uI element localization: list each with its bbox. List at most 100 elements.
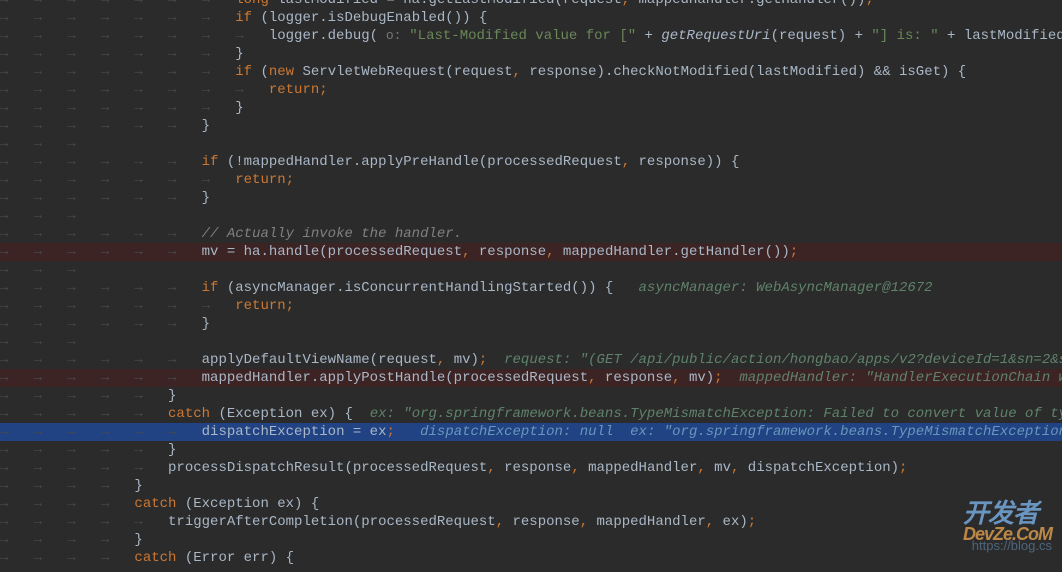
- code-token: ,: [580, 513, 588, 531]
- whitespace-indicator: → → → → → →: [0, 369, 202, 387]
- code-token: mv): [445, 351, 479, 369]
- code-token: [723, 369, 740, 387]
- code-token: mv): [681, 369, 715, 387]
- code-token: long: [235, 0, 269, 9]
- code-token: (: [252, 63, 269, 81]
- code-line[interactable]: → → → → catch (Error err) {: [0, 549, 1062, 567]
- code-token: (request) +: [771, 27, 872, 45]
- code-line[interactable]: → → → → → → }: [0, 189, 1062, 207]
- code-token: ,: [462, 243, 470, 261]
- code-token: dispatchException): [739, 459, 899, 477]
- whitespace-indicator: → → → → → →: [0, 279, 202, 297]
- code-token: ,: [622, 153, 630, 171]
- code-line[interactable]: → → → → → → if (!mappedHandler.applyPreH…: [0, 153, 1062, 171]
- code-line[interactable]: → → → → → → applyDefaultViewName(request…: [0, 351, 1062, 369]
- code-token: ,: [513, 63, 521, 81]
- code-token: response: [597, 369, 673, 387]
- whitespace-indicator: → → → → → → →: [0, 297, 235, 315]
- whitespace-indicator: → → → → → →: [0, 189, 202, 207]
- code-token: ex: "org.springframework.beans.TypeMisma…: [370, 405, 1062, 423]
- code-line[interactable]: → → → → → → → return;: [0, 297, 1062, 315]
- code-line[interactable]: → → →: [0, 333, 1062, 351]
- code-token: response: [471, 243, 547, 261]
- code-line[interactable]: → → → → → → → → return;: [0, 81, 1062, 99]
- code-token: if: [202, 279, 219, 297]
- code-line[interactable]: → → → → → → mappedHandler.applyPostHandl…: [0, 369, 1062, 387]
- code-token: if: [235, 63, 252, 81]
- whitespace-indicator: → → → → → →: [0, 225, 202, 243]
- code-line[interactable]: → → → → → → if (asyncManager.isConcurren…: [0, 279, 1062, 297]
- code-token: }: [235, 99, 243, 117]
- code-line[interactable]: → → → → → → → → logger.debug( o: "Last-M…: [0, 27, 1062, 45]
- code-token: ;: [865, 0, 873, 9]
- code-line[interactable]: → → → → → → mv = ha.handle(processedRequ…: [0, 243, 1062, 261]
- code-line[interactable]: → → → → → → → if (logger.isDebugEnabled(…: [0, 9, 1062, 27]
- whitespace-indicator: → → → → → →: [0, 153, 202, 171]
- code-token: mappedHandler.applyPostHandle(processedR…: [202, 369, 588, 387]
- code-token: catch: [168, 405, 210, 423]
- code-token: ;: [714, 369, 722, 387]
- code-token: response: [504, 513, 580, 531]
- code-line[interactable]: → → →: [0, 135, 1062, 153]
- code-line[interactable]: → → → → }: [0, 477, 1062, 495]
- code-token: [395, 423, 420, 441]
- code-line[interactable]: → → → → → → → }: [0, 45, 1062, 63]
- code-line[interactable]: → → → → → → → long lastModified = ha.get…: [0, 0, 1062, 9]
- code-line[interactable]: → → → → → → }: [0, 117, 1062, 135]
- code-line[interactable]: → → → → catch (Exception ex) {: [0, 495, 1062, 513]
- code-token: o:: [378, 27, 409, 45]
- code-line[interactable]: → → →: [0, 261, 1062, 279]
- code-line[interactable]: → → → → → }: [0, 441, 1062, 459]
- whitespace-indicator: → → →: [0, 135, 101, 153]
- code-token: mappedHandler: [580, 459, 698, 477]
- code-token: lastModified = ha.getLastModified(reques…: [269, 0, 622, 9]
- code-token: mappedHandler: "HandlerExecutionChain wi…: [739, 369, 1062, 387]
- code-token: applyDefaultViewName(request: [202, 351, 437, 369]
- whitespace-indicator: → → → → →: [0, 441, 168, 459]
- code-token: }: [202, 117, 210, 135]
- code-token: (Exception ex) {: [176, 495, 319, 513]
- code-token: if: [202, 153, 219, 171]
- code-line[interactable]: → → → → → → → if (new ServletWebRequest(…: [0, 63, 1062, 81]
- code-editor[interactable]: → → → → → → → long lastModified = ha.get…: [0, 0, 1062, 563]
- watermark-url: https://blog.cs: [972, 537, 1052, 555]
- whitespace-indicator: → → →: [0, 207, 101, 225]
- code-line[interactable]: → → →: [0, 207, 1062, 225]
- code-line[interactable]: → → → → → → → }: [0, 99, 1062, 117]
- code-token: request: "(GET /api/public/action/hongba…: [504, 351, 1062, 369]
- code-token: if: [235, 9, 252, 27]
- code-line[interactable]: → → → → }: [0, 531, 1062, 549]
- code-line[interactable]: → → → → → catch (Exception ex) { ex: "or…: [0, 405, 1062, 423]
- whitespace-indicator: → → → → → →: [0, 243, 202, 261]
- code-token: asyncManager: WebAsyncManager@12672: [639, 279, 933, 297]
- whitespace-indicator: → → → →: [0, 531, 134, 549]
- code-line[interactable]: → → → → → → // Actually invoke the handl…: [0, 225, 1062, 243]
- code-token: return;: [269, 81, 328, 99]
- code-token: (Error err) {: [176, 549, 294, 567]
- whitespace-indicator: → → → → →: [0, 405, 168, 423]
- code-line[interactable]: → → → → → triggerAfterCompletion(process…: [0, 513, 1062, 531]
- code-token: // Actually invoke the handler.: [202, 225, 462, 243]
- code-line[interactable]: → → → → → → → return;: [0, 171, 1062, 189]
- code-token: + lastModified): [939, 27, 1062, 45]
- code-line[interactable]: → → → → → → dispatchException = ex; disp…: [0, 423, 1062, 441]
- whitespace-indicator: → → → → → → →: [0, 9, 235, 27]
- code-token: processDispatchResult(processedRequest: [168, 459, 487, 477]
- code-token: ex): [714, 513, 748, 531]
- code-token: ,: [571, 459, 579, 477]
- code-token: catch: [134, 549, 176, 567]
- whitespace-indicator: → → →: [0, 333, 101, 351]
- code-token: ,: [706, 513, 714, 531]
- code-token: triggerAfterCompletion(processedRequest: [168, 513, 496, 531]
- code-token: return;: [235, 297, 294, 315]
- code-token: getRequestUri: [661, 27, 770, 45]
- whitespace-indicator: → → → → → → →: [0, 99, 235, 117]
- code-line[interactable]: → → → → → }: [0, 387, 1062, 405]
- code-line[interactable]: → → → → → processDispatchResult(processe…: [0, 459, 1062, 477]
- whitespace-indicator: → → → → → →: [0, 423, 202, 441]
- code-token: mappedHandler.getHandler()): [630, 0, 865, 9]
- code-line[interactable]: → → → → → → }: [0, 315, 1062, 333]
- code-token: ,: [697, 459, 705, 477]
- code-token: response)) {: [630, 153, 739, 171]
- code-token: "] is: ": [871, 27, 938, 45]
